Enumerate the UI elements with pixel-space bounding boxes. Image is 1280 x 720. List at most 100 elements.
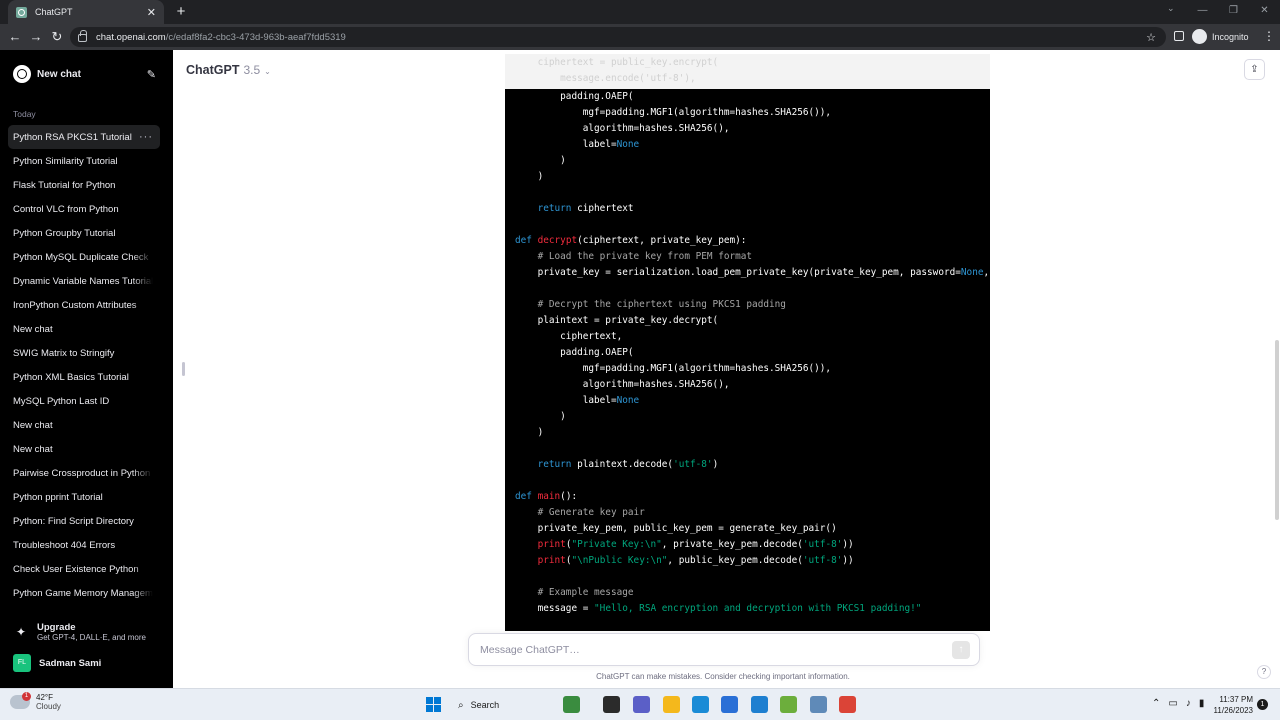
notepad-icon[interactable] xyxy=(780,696,797,713)
incognito-indicator[interactable]: Incognito xyxy=(1192,29,1249,44)
store-icon[interactable] xyxy=(721,696,738,713)
start-tile xyxy=(434,705,441,712)
new-tab-button[interactable]: + xyxy=(172,3,190,20)
sidebar-chat-item[interactable]: Dynamic Variable Names Tutorial xyxy=(8,269,160,293)
edge-icon[interactable] xyxy=(692,696,709,713)
code-token: padding.OAEP( xyxy=(515,347,634,358)
task-view-icon[interactable] xyxy=(603,696,620,713)
code-line: return plaintext.decode('utf-8') xyxy=(515,457,990,473)
user-menu[interactable]: FL Sadman Sami xyxy=(8,652,160,674)
bookmark-star-icon[interactable]: ☆ xyxy=(1146,31,1156,44)
sidebar-chat-item[interactable]: Python: Find Script Directory xyxy=(8,509,160,533)
send-button[interactable]: ↑ xyxy=(952,641,970,659)
vscode-icon[interactable] xyxy=(751,696,768,713)
taskbar-search[interactable]: ⌕ Search xyxy=(450,694,550,716)
incognito-label: Incognito xyxy=(1212,31,1249,42)
code-token: ) xyxy=(515,171,544,182)
help-button[interactable]: ? xyxy=(1257,665,1271,679)
code-line: algorithm=hashes.SHA256(), xyxy=(515,121,990,137)
weather-widget[interactable]: 1 42°F Cloudy xyxy=(10,692,61,711)
code-line: private_key_pem, public_key_pem = genera… xyxy=(515,521,990,537)
file-explorer-icon[interactable] xyxy=(663,696,680,713)
sidebar-chat-item[interactable]: Python MySQL Duplicate Check xyxy=(8,245,160,269)
forward-icon[interactable]: → xyxy=(28,29,44,45)
sidebar-chat-label: Python Similarity Tutorial xyxy=(13,155,118,167)
code-block: padding.OAEP( mgf=padding.MGF1(algorithm… xyxy=(505,89,990,631)
edit-icon[interactable]: ✎ xyxy=(147,68,156,81)
network-icon[interactable]: ▭ xyxy=(1168,698,1177,709)
volume-icon[interactable]: ♪ xyxy=(1186,698,1191,709)
chevron-down-icon: ⌄ xyxy=(264,67,271,76)
sidebar-chat-item[interactable]: Flask Tutorial for Python xyxy=(8,173,160,197)
reload-icon[interactable]: ↻ xyxy=(49,29,65,45)
sidebar-chat-item[interactable]: Check User Existence Python xyxy=(8,557,160,581)
code-token: 'utf-8' xyxy=(802,539,843,550)
sidebar-chat-label: Flask Tutorial for Python xyxy=(13,179,116,191)
close-tab-icon[interactable]: ✕ xyxy=(147,6,156,19)
more-options-icon[interactable]: ··· xyxy=(139,131,153,143)
sidebar-collapse-handle[interactable] xyxy=(182,362,185,376)
code-token: , public_key_pem.decode( xyxy=(667,555,803,566)
faded-code-line: ciphertext = public_key.encrypt( xyxy=(515,57,719,68)
sidebar-chat-label: New chat xyxy=(13,323,53,335)
remote-desktop-icon[interactable] xyxy=(810,696,827,713)
address-bar[interactable]: chat.openai.com/c/edaf8fa2-cbc3-473d-963… xyxy=(70,27,1166,47)
close-window-icon[interactable]: ✕ xyxy=(1249,0,1280,24)
sidebar-chat-item[interactable]: Troubleshoot 404 Errors xyxy=(8,533,160,557)
sidebar-chat-item[interactable]: Python Similarity Tutorial xyxy=(8,149,160,173)
code-line: def decrypt(ciphertext, private_key_pem)… xyxy=(515,233,990,249)
code-token: ciphertext xyxy=(571,203,634,214)
upgrade-button[interactable]: ✦ Upgrade Get GPT-4, DALL·E, and more xyxy=(8,618,160,646)
sidebar-chat-label: Pairwise Crossproduct in Python xyxy=(13,467,151,479)
sidebar-chat-item[interactable]: Python Groupby Tutorial xyxy=(8,221,160,245)
code-line: # Generate key pair xyxy=(515,505,990,521)
teams-chat-icon[interactable] xyxy=(633,696,650,713)
battery-icon[interactable]: ▮ xyxy=(1199,698,1205,709)
clock[interactable]: 11:37 PM 11/26/2023 xyxy=(1209,694,1253,716)
chevron-up-icon[interactable]: ⌃ xyxy=(1152,698,1160,709)
code-line: mgf=padding.MGF1(algorithm=hashes.SHA256… xyxy=(515,361,990,377)
code-token: print xyxy=(537,555,566,566)
browser-tab[interactable]: ChatGPT ✕ xyxy=(8,0,164,24)
sidebar-chat-item[interactable]: Control VLC from Python xyxy=(8,197,160,221)
sidebar-chat-item[interactable]: MySQL Python Last ID xyxy=(8,389,160,413)
upgrade-subtitle: Get GPT-4, DALL·E, and more xyxy=(37,633,146,642)
code-line: # Load the private key from PEM format xyxy=(515,249,990,265)
code-token: None xyxy=(616,395,640,406)
start-tile xyxy=(434,697,441,704)
sidebar-chat-item[interactable]: Python Game Memory Management xyxy=(8,581,160,605)
tree-app-icon[interactable] xyxy=(563,696,580,713)
code-token: algorithm=hashes.SHA256(), xyxy=(515,379,730,390)
code-token: (ciphertext, private_key_pem): xyxy=(577,235,747,246)
tab-search-chevron-icon[interactable]: ⌄ xyxy=(1167,3,1175,14)
sidebar-chat-item[interactable]: Python pprint Tutorial xyxy=(8,485,160,509)
code-token: private_key = serialization.load_pem_pri… xyxy=(515,267,961,278)
sidebar-chat-item[interactable]: New chat xyxy=(8,413,160,437)
notification-badge[interactable]: 1 xyxy=(1257,699,1268,710)
scrollbar[interactable] xyxy=(1275,340,1279,520)
sidebar-chat-item[interactable]: New chat xyxy=(8,317,160,341)
sidebar-chat-label: Python: Find Script Directory xyxy=(13,515,134,527)
code-token: def xyxy=(515,235,532,246)
message-input[interactable] xyxy=(480,644,920,656)
sidebar-chat-item[interactable]: Python RSA PKCS1 Tutorial ··· xyxy=(8,125,160,149)
minimize-icon[interactable]: — xyxy=(1187,0,1218,24)
sidebar-chat-item[interactable]: Pairwise Crossproduct in Python xyxy=(8,461,160,485)
code-token: plaintext = private_key.decrypt( xyxy=(515,315,719,326)
sidebar-chat-item[interactable]: Python XML Basics Tutorial xyxy=(8,365,160,389)
code-token: plaintext.decode( xyxy=(571,459,674,470)
chrome-icon[interactable] xyxy=(839,696,856,713)
start-button[interactable] xyxy=(426,697,441,712)
share-button[interactable]: ⇪ xyxy=(1244,59,1265,80)
lock-icon[interactable] xyxy=(78,30,87,42)
sidebar-chat-item[interactable]: SWIG Matrix to Stringify xyxy=(8,341,160,365)
sidebar-chat-item[interactable]: IronPython Custom Attributes xyxy=(8,293,160,317)
sidebar-chat-item[interactable]: New chat xyxy=(8,437,160,461)
side-panel-icon[interactable] xyxy=(1174,31,1184,41)
model-selector[interactable]: ChatGPT 3.5 ⌄ xyxy=(186,63,271,77)
back-icon[interactable]: ← xyxy=(7,29,23,45)
browser-menu-icon[interactable]: ⋮ xyxy=(1263,29,1275,43)
new-chat-button[interactable]: New chat ✎ xyxy=(8,60,160,88)
maximize-icon[interactable]: ❐ xyxy=(1218,0,1249,24)
